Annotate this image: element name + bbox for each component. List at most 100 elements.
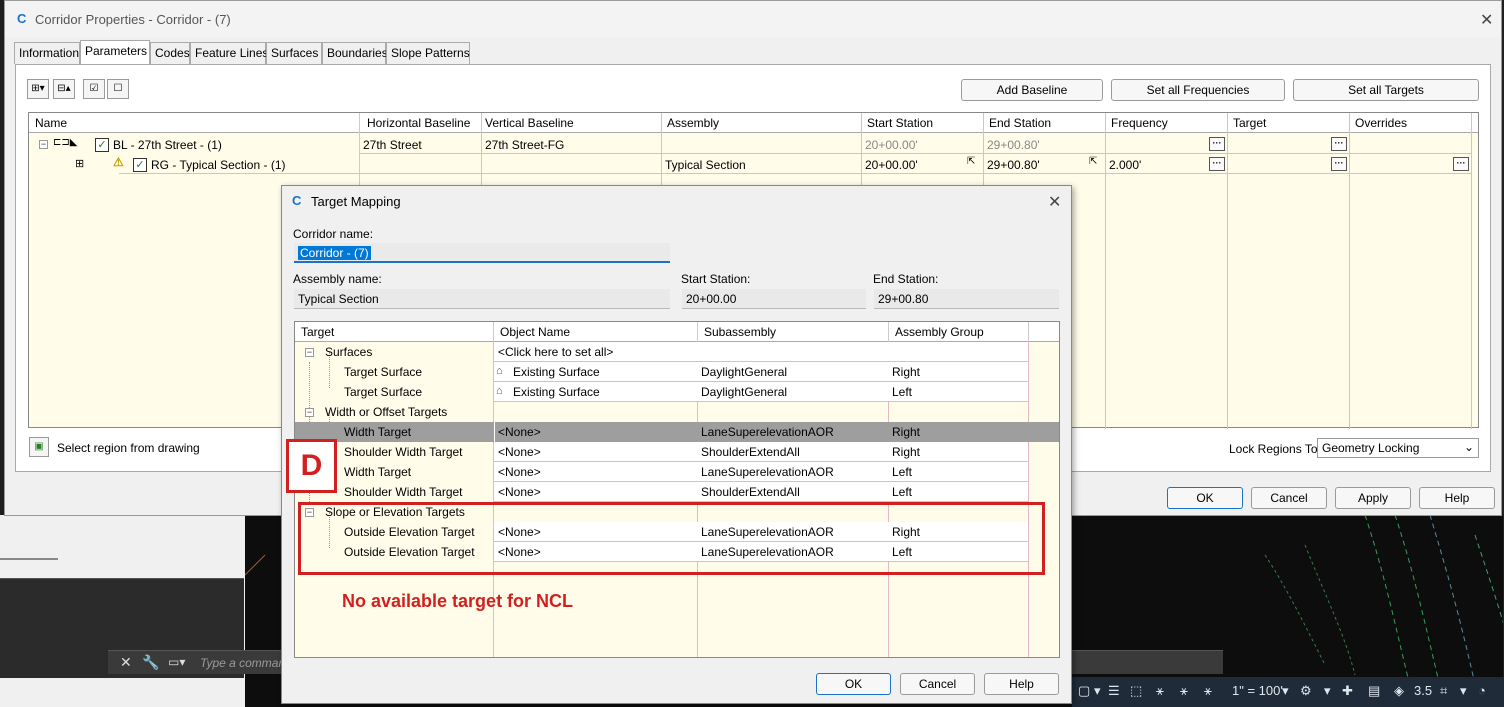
target-row-selected[interactable]: Width Target <None> LaneSuperelevationAO…: [295, 422, 1059, 442]
tab-boundaries[interactable]: Boundaries: [322, 42, 388, 64]
target-row[interactable]: Shoulder Width Target <None> ShoulderExt…: [295, 482, 1029, 502]
target-group-row[interactable]: − Surfaces <Click here to set all>: [295, 342, 1029, 362]
collapse-icon[interactable]: −: [39, 140, 48, 149]
chevron-down-icon[interactable]: ▾: [1460, 683, 1467, 699]
set-all-cell[interactable]: <Click here to set all>: [498, 345, 613, 359]
target-group-row[interactable]: − Width or Offset Targets: [295, 402, 1029, 422]
col-overrides[interactable]: Overrides: [1355, 116, 1407, 130]
lock-regions-label: Lock Regions To:: [1229, 442, 1321, 456]
frequency-cell[interactable]: 2.000': [1109, 158, 1141, 172]
annotation-visibility-icon[interactable]: ⚹: [1180, 683, 1188, 699]
ok-button[interactable]: OK: [1167, 487, 1243, 509]
col-assembly[interactable]: Assembly: [667, 116, 719, 130]
tab-surfaces[interactable]: Surfaces: [266, 42, 322, 64]
command-input[interactable]: Type a command: [200, 656, 292, 670]
select-region-icon[interactable]: ▣: [29, 437, 49, 457]
target-row[interactable]: Width Target <None> LaneSuperelevationAO…: [295, 462, 1029, 482]
uncheck-all-icon[interactable]: ☐: [107, 79, 129, 99]
object-name-cell[interactable]: <None>: [498, 485, 541, 499]
transparency-icon[interactable]: ⬚: [1130, 683, 1142, 699]
help-button[interactable]: Help: [1419, 487, 1495, 509]
pick-station-icon[interactable]: ⇱: [1089, 156, 1097, 167]
tree-collapse-icon[interactable]: ⊟▴: [53, 79, 75, 99]
command-prompt-icon[interactable]: ▭▾: [168, 655, 185, 669]
region-checkbox[interactable]: ✓: [133, 158, 147, 172]
col-subassembly[interactable]: Subassembly: [704, 325, 776, 339]
col-start-station[interactable]: Start Station: [867, 116, 933, 130]
workspace-icon[interactable]: ⌗: [1440, 683, 1447, 699]
cancel-button[interactable]: Cancel: [900, 673, 975, 695]
add-baseline-button[interactable]: Add Baseline: [961, 79, 1103, 101]
col-horizontal-baseline[interactable]: Horizontal Baseline: [367, 116, 470, 130]
baseline-checkbox[interactable]: ✓: [95, 138, 109, 152]
close-icon[interactable]: ✕: [1480, 10, 1493, 30]
set-all-frequencies-button[interactable]: Set all Frequencies: [1111, 79, 1285, 101]
corridor-name-field[interactable]: Corridor - (7): [294, 243, 670, 263]
overrides-ellipsis-button[interactable]: ···: [1453, 157, 1469, 171]
apply-button[interactable]: Apply: [1335, 487, 1411, 509]
frequency-ellipsis-button[interactable]: ···: [1209, 157, 1225, 171]
help-button[interactable]: Help: [984, 673, 1059, 695]
set-all-targets-button[interactable]: Set all Targets: [1293, 79, 1479, 101]
target-row[interactable]: Target Surface ⌂ Existing Surface Daylig…: [295, 382, 1029, 402]
layout-icon[interactable]: ▢: [1078, 683, 1090, 699]
annotation-icon[interactable]: ⚹: [1156, 683, 1164, 699]
horizontal-baseline-cell[interactable]: 27th Street: [363, 138, 422, 152]
tree-expand-icon[interactable]: ⊞▾: [27, 79, 49, 99]
target-ellipsis-button[interactable]: ···: [1331, 137, 1347, 151]
frequency-ellipsis-button[interactable]: ···: [1209, 137, 1225, 151]
region-start-station-cell[interactable]: 20+00.00': [865, 158, 918, 172]
lineweight-value[interactable]: 3.5: [1414, 683, 1432, 698]
target-row[interactable]: Shoulder Width Target <None> ShoulderExt…: [295, 442, 1029, 462]
col-end-station[interactable]: End Station: [989, 116, 1051, 130]
region-name[interactable]: RG - Typical Section - (1): [151, 158, 285, 172]
col-name[interactable]: Name: [35, 116, 67, 130]
check-all-icon[interactable]: ☑: [83, 79, 105, 99]
pick-station-icon[interactable]: ⇱: [967, 156, 975, 167]
close-icon[interactable]: ✕: [120, 654, 132, 671]
fullscreen-icon[interactable]: ◔: [1478, 683, 1486, 698]
target-row[interactable]: Target Surface ⌂ Existing Surface Daylig…: [295, 362, 1029, 382]
collapse-icon[interactable]: −: [305, 408, 314, 417]
gear-icon[interactable]: ⚙: [1300, 683, 1312, 699]
lock-regions-select[interactable]: Geometry Locking ⌄: [1317, 438, 1479, 458]
ok-button[interactable]: OK: [816, 673, 891, 695]
col-object-name[interactable]: Object Name: [500, 325, 570, 339]
baseline-name[interactable]: BL - 27th Street - (1): [113, 138, 222, 152]
assembly-cell[interactable]: Typical Section: [665, 158, 746, 172]
tab-information[interactable]: Information: [14, 42, 80, 64]
object-name-cell[interactable]: Existing Surface: [513, 385, 600, 399]
chevron-down-icon[interactable]: ▾: [1094, 683, 1101, 699]
lineweight-icon[interactable]: ☰: [1108, 683, 1120, 699]
col-target[interactable]: Target: [301, 325, 334, 339]
civil3d-logo-icon: C: [292, 193, 302, 208]
tab-feature-lines[interactable]: Feature Lines: [190, 42, 268, 64]
end-station-cell[interactable]: 29+00.80': [987, 138, 1040, 152]
layers-icon[interactable]: ◈: [1394, 683, 1404, 699]
chevron-down-icon[interactable]: ▾: [1324, 683, 1331, 699]
cancel-button[interactable]: Cancel: [1251, 487, 1327, 509]
chevron-down-icon[interactable]: ▾: [1282, 683, 1289, 699]
close-icon[interactable]: ✕: [1048, 192, 1061, 212]
col-vertical-baseline[interactable]: Vertical Baseline: [485, 116, 574, 130]
properties-icon[interactable]: ▤: [1368, 683, 1380, 699]
collapse-icon[interactable]: −: [305, 348, 314, 357]
vertical-baseline-cell[interactable]: 27th Street-FG: [485, 138, 564, 152]
object-name-cell[interactable]: <None>: [498, 465, 541, 479]
object-name-cell[interactable]: Existing Surface: [513, 365, 600, 379]
object-name-cell[interactable]: <None>: [498, 425, 541, 439]
target-ellipsis-button[interactable]: ···: [1331, 157, 1347, 171]
tab-slope-patterns[interactable]: Slope Patterns: [386, 42, 470, 64]
start-station-cell[interactable]: 20+00.00': [865, 138, 918, 152]
annotation-scale[interactable]: 1" = 100': [1232, 683, 1283, 698]
col-target[interactable]: Target: [1233, 116, 1266, 130]
auto-scale-icon[interactable]: ⚹: [1204, 683, 1212, 699]
tab-codes[interactable]: Codes: [150, 42, 190, 64]
wrench-icon[interactable]: 🔧: [142, 654, 159, 671]
col-frequency[interactable]: Frequency: [1111, 116, 1168, 130]
region-end-station-cell[interactable]: 29+00.80': [987, 158, 1040, 172]
col-assembly-group[interactable]: Assembly Group: [895, 325, 984, 339]
plus-icon[interactable]: ✚: [1342, 683, 1353, 699]
tab-parameters[interactable]: Parameters: [80, 40, 150, 65]
object-name-cell[interactable]: <None>: [498, 445, 541, 459]
